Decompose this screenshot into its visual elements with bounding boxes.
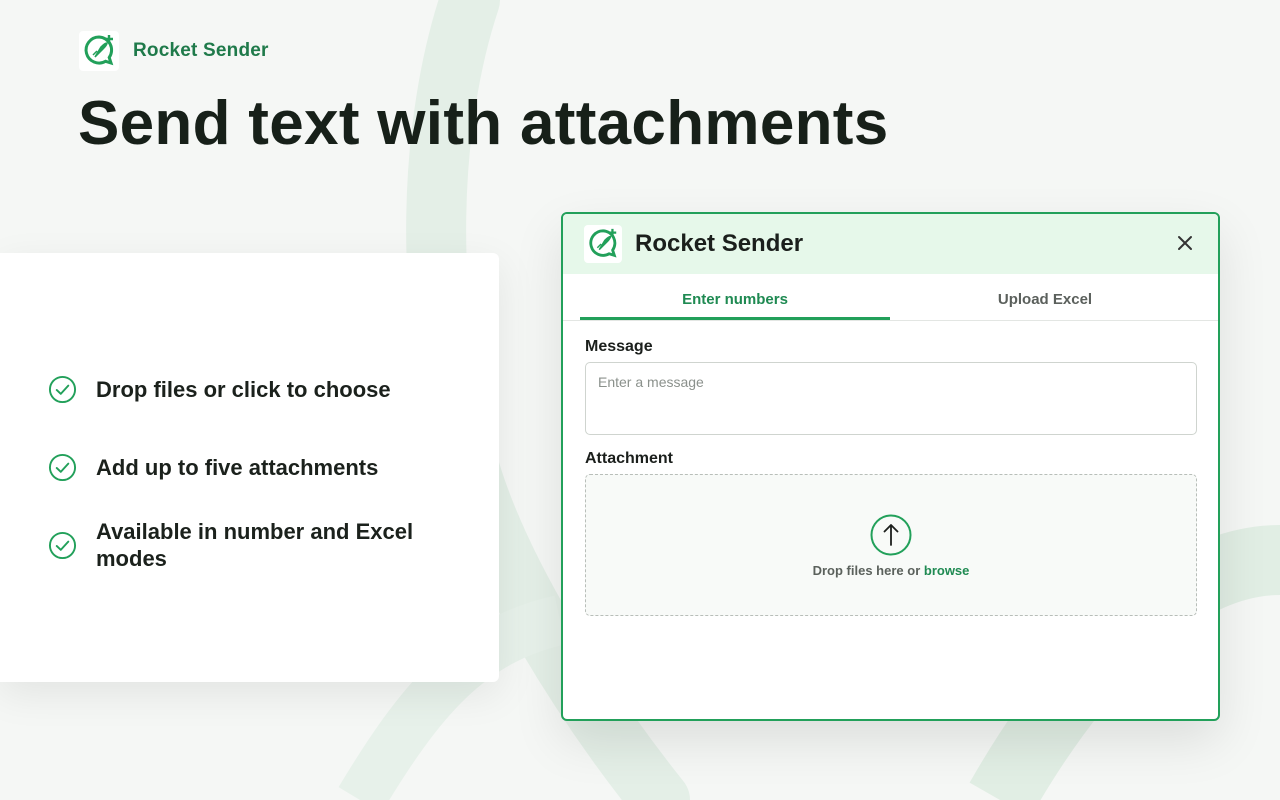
rocket-sender-dialog: Rocket Sender Enter numbers Upload Excel… <box>561 212 1220 721</box>
tab-enter-numbers[interactable]: Enter numbers <box>580 274 890 320</box>
message-input[interactable] <box>585 362 1197 435</box>
check-circle-icon <box>48 453 77 482</box>
feature-item: Drop files or click to choose <box>48 375 456 404</box>
feature-item: Available in number and Excel modes <box>48 518 426 572</box>
dialog-title: Rocket Sender <box>635 230 804 257</box>
rocket-logo-icon <box>584 225 622 263</box>
feature-text: Add up to five attachments <box>96 455 379 480</box>
dialog-header: Rocket Sender <box>563 214 1218 274</box>
message-label: Message <box>585 338 653 355</box>
check-circle-icon <box>48 531 77 559</box>
close-icon[interactable] <box>1176 234 1194 252</box>
feature-item: Add up to five attachments <box>48 453 456 482</box>
feature-text: Available in number and Excel modes <box>96 519 414 571</box>
page-headline: Send text with attachments <box>78 89 889 158</box>
features-card: Drop files or click to choose Add up to … <box>0 253 499 682</box>
dropzone-hint: Drop files here or <box>812 563 921 578</box>
check-circle-icon <box>48 375 77 404</box>
brand-name: Rocket Sender <box>133 40 269 61</box>
attachment-label: Attachment <box>585 450 674 467</box>
upload-arrow-icon <box>870 514 912 556</box>
browse-link[interactable]: browse <box>924 563 970 578</box>
tab-upload-excel[interactable]: Upload Excel <box>890 274 1200 320</box>
mode-tabs: Enter numbers Upload Excel <box>563 274 1218 321</box>
brand: Rocket Sender <box>79 31 269 71</box>
feature-text: Drop files or click to choose <box>96 377 391 402</box>
rocket-logo-icon <box>79 31 119 71</box>
attachment-dropzone[interactable]: Drop files here or browse <box>585 474 1197 616</box>
dropzone-text: Drop files here or browse <box>586 563 1196 578</box>
